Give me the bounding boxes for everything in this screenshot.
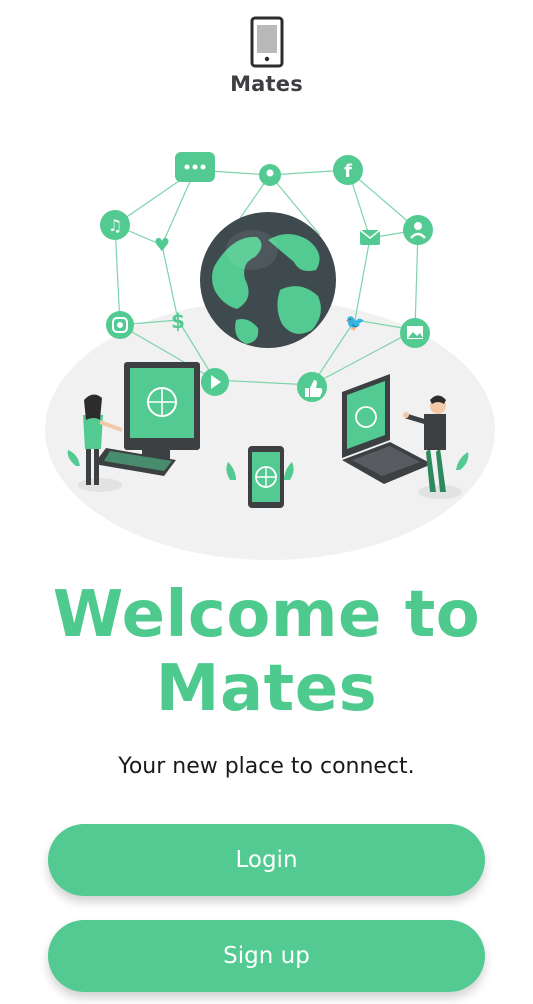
welcome-title-line1: Welcome to xyxy=(52,578,481,652)
facebook-icon: f xyxy=(333,155,363,185)
svg-text:♫: ♫ xyxy=(108,216,122,235)
dollar-icon: $ xyxy=(171,309,185,333)
user-icon xyxy=(403,215,433,245)
play-icon xyxy=(201,368,229,396)
svg-text:♥: ♥ xyxy=(154,235,170,256)
signup-button[interactable]: Sign up xyxy=(48,920,485,992)
music-icon: ♫ xyxy=(100,210,130,240)
svg-text:🐦: 🐦 xyxy=(345,313,365,332)
twitter-icon: 🐦 xyxy=(345,313,365,332)
welcome-title: Welcome to Mates xyxy=(0,578,533,726)
connected-world-illustration: f ♫ ♥ $ 🐦 xyxy=(45,152,495,560)
chat-icon xyxy=(175,152,215,182)
instagram-icon xyxy=(106,311,134,339)
app-name: Mates xyxy=(230,72,303,96)
app-logo: Mates xyxy=(0,16,533,96)
mail-icon xyxy=(359,229,381,245)
heart-icon: ♥ xyxy=(154,235,170,256)
welcome-subtitle: Your new place to connect. xyxy=(118,754,415,779)
globe-icon xyxy=(200,212,336,348)
svg-text:$: $ xyxy=(171,309,185,333)
welcome-title-line2: Mates xyxy=(155,652,378,726)
image-icon xyxy=(400,318,430,348)
like-icon xyxy=(297,372,327,402)
login-button[interactable]: Login xyxy=(48,824,485,896)
svg-text:f: f xyxy=(344,161,352,182)
location-icon xyxy=(259,164,281,186)
phone-logo-icon xyxy=(250,16,283,68)
